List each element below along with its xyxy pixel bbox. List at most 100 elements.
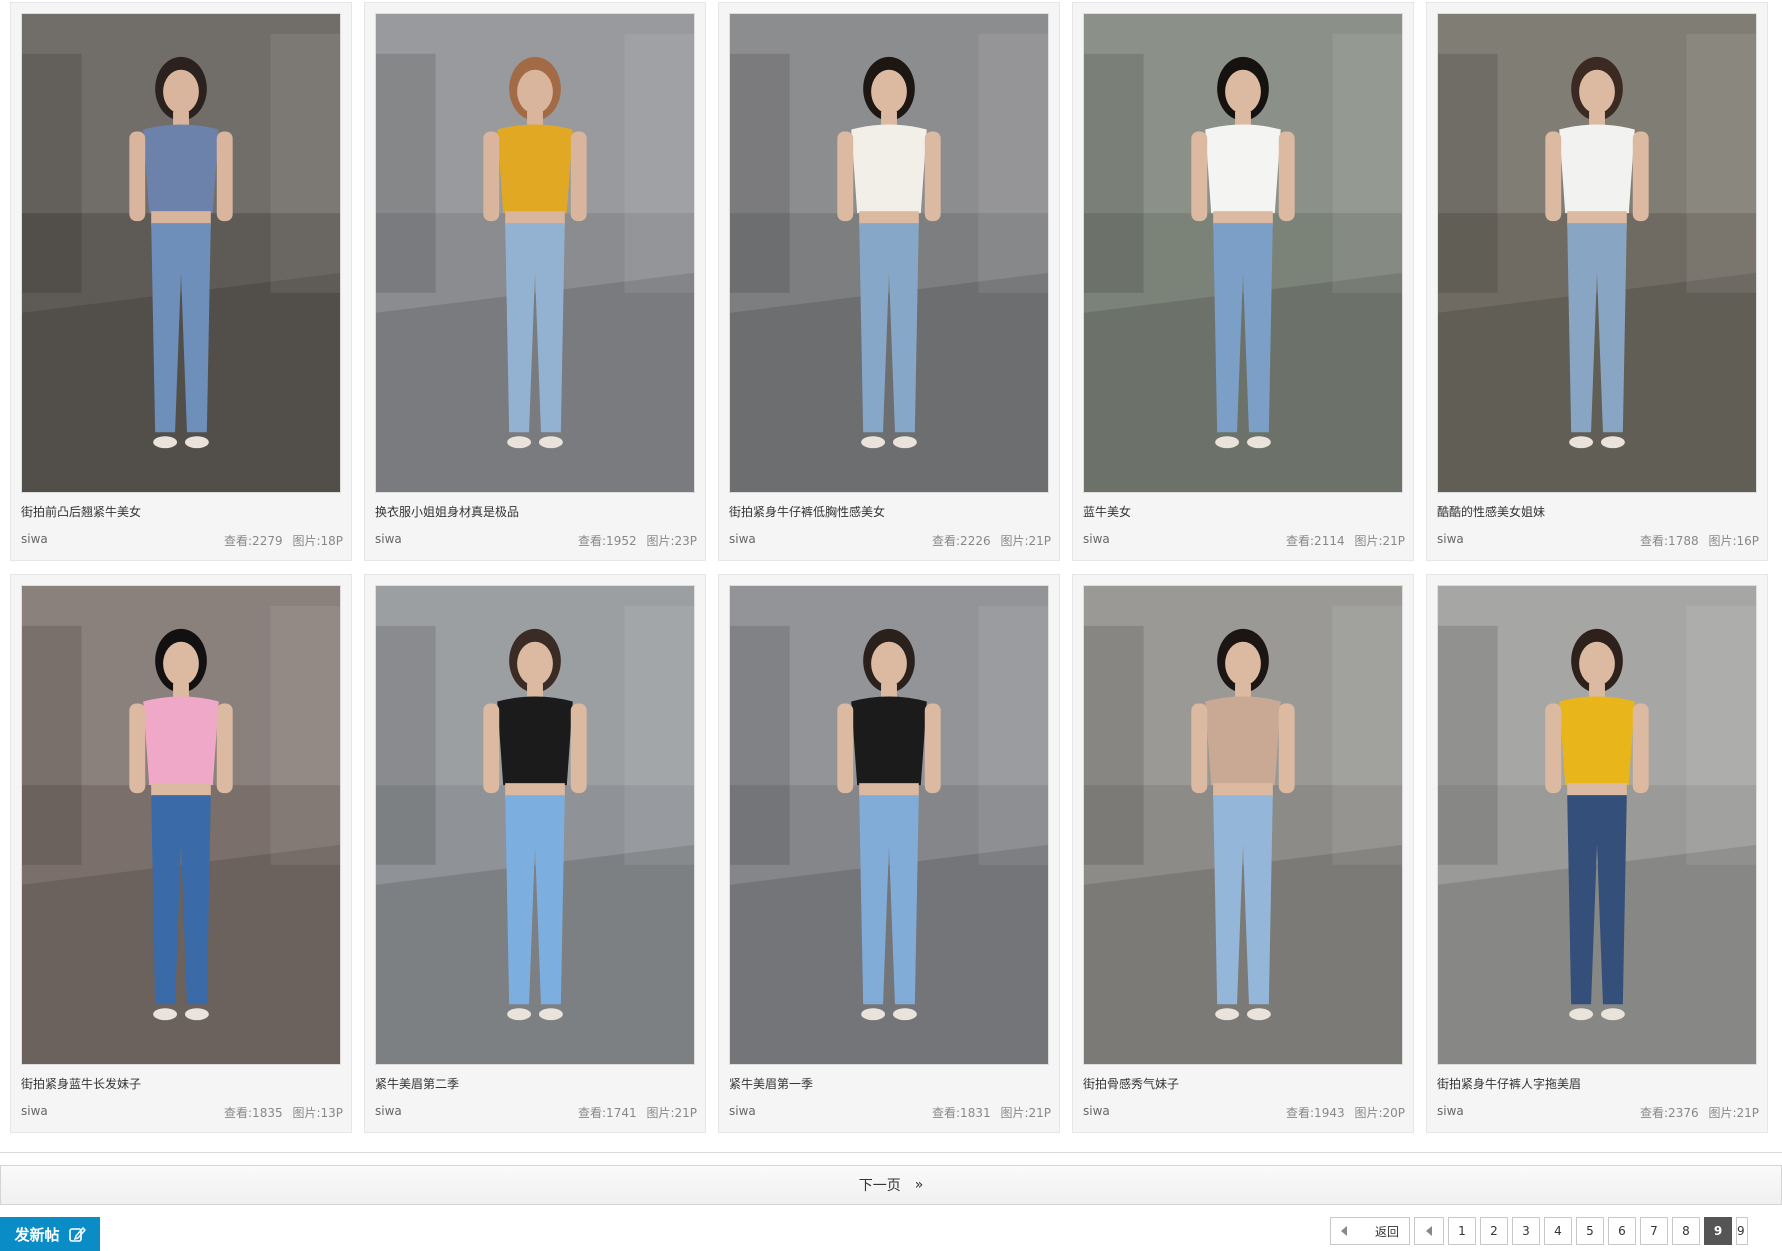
thread-views: 查看:1741 [578, 1106, 637, 1120]
thread-card[interactable]: 换衣服小姐姐身材真是极品 siwa 查看:1952 图片:23P [364, 2, 706, 561]
thread-meta: siwa 查看:1835 图片:13P [21, 1104, 343, 1120]
thread-author[interactable]: siwa [729, 1104, 756, 1118]
prev-arrow-icon [1426, 1226, 1432, 1236]
thread-views: 查看:2114 [1286, 534, 1345, 548]
thread-author[interactable]: siwa [375, 532, 402, 546]
thread-card[interactable]: 酷酷的性感美女姐妹 siwa 查看:1788 图片:16P [1426, 2, 1768, 561]
page-link[interactable]: 6 [1608, 1217, 1636, 1245]
thread-thumbnail[interactable] [729, 585, 1049, 1065]
thread-title[interactable]: 街拍紧身牛仔裤人字拖美眉 [1437, 1075, 1759, 1092]
thread-author[interactable]: siwa [1437, 1104, 1464, 1118]
thread-pics: 图片:21P [1708, 1106, 1759, 1120]
thread-pics: 图片:21P [1354, 534, 1405, 548]
thread-meta: siwa 查看:2226 图片:21P [729, 532, 1051, 548]
thread-thumbnail[interactable] [1437, 13, 1757, 493]
thread-pics: 图片:13P [292, 1106, 343, 1120]
thread-thumbnail[interactable] [1083, 585, 1403, 1065]
thread-card[interactable]: 街拍骨感秀气妹子 siwa 查看:1943 图片:20P [1072, 574, 1414, 1133]
thread-meta: siwa 查看:1788 图片:16P [1437, 532, 1759, 548]
new-post-button[interactable]: 发新帖 [0, 1217, 100, 1251]
thread-views: 查看:2376 [1640, 1106, 1699, 1120]
thread-meta: siwa 查看:1831 图片:21P [729, 1104, 1051, 1120]
thread-title[interactable]: 酷酷的性感美女姐妹 [1437, 503, 1759, 520]
back-button[interactable]: 返回 [1330, 1217, 1410, 1245]
prev-page-button[interactable] [1414, 1217, 1444, 1245]
back-label: 返回 [1374, 1224, 1399, 1239]
page-link[interactable]: 2 [1480, 1217, 1508, 1245]
thread-stats: 查看:1788 图片:16P [1634, 532, 1759, 549]
thread-pics: 图片:21P [1000, 1106, 1051, 1120]
thread-pics: 图片:16P [1708, 534, 1759, 548]
thread-title[interactable]: 换衣服小姐姐身材真是极品 [375, 503, 697, 520]
thread-meta: siwa 查看:1952 图片:23P [375, 532, 697, 548]
thread-thumbnail[interactable] [375, 13, 695, 493]
thread-pics: 图片:23P [646, 534, 697, 548]
page-link[interactable]: 3 [1512, 1217, 1540, 1245]
edit-icon [68, 1226, 86, 1242]
thread-card[interactable]: 街拍紧身牛仔裤人字拖美眉 siwa 查看:2376 图片:21P [1426, 574, 1768, 1133]
thread-title[interactable]: 街拍前凸后翘紧牛美女 [21, 503, 343, 520]
next-page-label: 下一页 [858, 1178, 901, 1194]
thread-pics: 图片:21P [1000, 534, 1051, 548]
thread-title[interactable]: 蓝牛美女 [1083, 503, 1405, 520]
page-link[interactable]: 4 [1544, 1217, 1572, 1245]
thread-stats: 查看:2114 图片:21P [1280, 532, 1405, 549]
pagination: 返回 1234567899 [1330, 1217, 1748, 1245]
thread-card[interactable]: 紧牛美眉第一季 siwa 查看:1831 图片:21P [718, 574, 1060, 1133]
thread-views: 查看:1788 [1640, 534, 1699, 548]
thread-thumbnail[interactable] [21, 13, 341, 493]
page-link[interactable]: 5 [1576, 1217, 1604, 1245]
new-post-label: 发新帖 [14, 1225, 60, 1244]
thread-views: 查看:1835 [224, 1106, 283, 1120]
thread-author[interactable]: siwa [1083, 532, 1110, 546]
thread-thumbnail[interactable] [375, 585, 695, 1065]
thread-card[interactable]: 街拍紧身牛仔裤低胸性感美女 siwa 查看:2226 图片:21P [718, 2, 1060, 561]
thread-card[interactable]: 街拍紧身蓝牛长发妹子 siwa 查看:1835 图片:13P [10, 574, 352, 1133]
thread-stats: 查看:1741 图片:21P [572, 1104, 697, 1121]
thread-stats: 查看:2279 图片:18P [218, 532, 343, 549]
back-arrow-icon [1341, 1226, 1347, 1236]
thread-thumbnail[interactable] [1083, 13, 1403, 493]
thread-meta: siwa 查看:2279 图片:18P [21, 532, 343, 548]
thread-author[interactable]: siwa [375, 1104, 402, 1118]
thread-thumbnail[interactable] [729, 13, 1049, 493]
thread-pics: 图片:20P [1354, 1106, 1405, 1120]
next-page-arrow-icon: » [914, 1177, 924, 1193]
next-page-button[interactable]: 下一页 » [0, 1165, 1782, 1205]
thread-title[interactable]: 街拍紧身蓝牛长发妹子 [21, 1075, 343, 1092]
thread-views: 查看:1831 [932, 1106, 991, 1120]
thread-pics: 图片:21P [646, 1106, 697, 1120]
page-link[interactable]: 1 [1448, 1217, 1476, 1245]
thread-views: 查看:1952 [578, 534, 637, 548]
page-jump-input[interactable]: 9 [1736, 1217, 1748, 1245]
thread-title[interactable]: 街拍骨感秀气妹子 [1083, 1075, 1405, 1092]
thread-stats: 查看:1831 图片:21P [926, 1104, 1051, 1121]
thread-stats: 查看:1952 图片:23P [572, 532, 697, 549]
thread-meta: siwa 查看:2376 图片:21P [1437, 1104, 1759, 1120]
thread-card[interactable]: 蓝牛美女 siwa 查看:2114 图片:21P [1072, 2, 1414, 561]
thread-thumbnail[interactable] [21, 585, 341, 1065]
thread-card[interactable]: 街拍前凸后翘紧牛美女 siwa 查看:2279 图片:18P [10, 2, 352, 561]
thread-meta: siwa 查看:2114 图片:21P [1083, 532, 1405, 548]
thread-title[interactable]: 紧牛美眉第二季 [375, 1075, 697, 1092]
thread-views: 查看:1943 [1286, 1106, 1345, 1120]
thread-stats: 查看:1835 图片:13P [218, 1104, 343, 1121]
thread-author[interactable]: siwa [1437, 532, 1464, 546]
thread-title[interactable]: 紧牛美眉第一季 [729, 1075, 1051, 1092]
thread-author[interactable]: siwa [729, 532, 756, 546]
page-link[interactable]: 8 [1672, 1217, 1700, 1245]
thread-stats: 查看:2226 图片:21P [926, 532, 1051, 549]
thread-stats: 查看:1943 图片:20P [1280, 1104, 1405, 1121]
thread-author[interactable]: siwa [1083, 1104, 1110, 1118]
thread-grid: 街拍前凸后翘紧牛美女 siwa 查看:2279 图片:18P 换衣服小姐姐身材真… [0, 0, 1782, 1153]
thread-author[interactable]: siwa [21, 1104, 48, 1118]
page-current: 9 [1704, 1217, 1732, 1245]
thread-card[interactable]: 紧牛美眉第二季 siwa 查看:1741 图片:21P [364, 574, 706, 1133]
thread-author[interactable]: siwa [21, 532, 48, 546]
thread-views: 查看:2226 [932, 534, 991, 548]
thread-stats: 查看:2376 图片:21P [1634, 1104, 1759, 1121]
thread-pics: 图片:18P [292, 534, 343, 548]
page-link[interactable]: 7 [1640, 1217, 1668, 1245]
thread-title[interactable]: 街拍紧身牛仔裤低胸性感美女 [729, 503, 1051, 520]
thread-thumbnail[interactable] [1437, 585, 1757, 1065]
